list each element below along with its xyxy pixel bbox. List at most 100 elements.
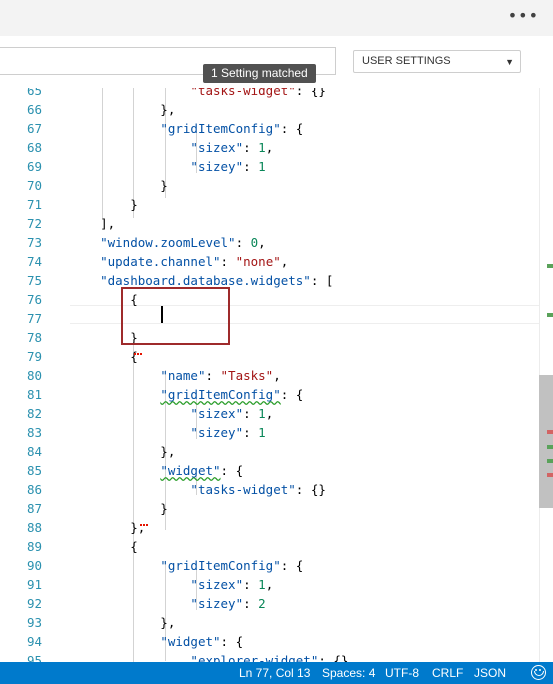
code-token: :	[220, 254, 236, 269]
code-token: },	[70, 102, 176, 117]
line-number: 81	[26, 387, 42, 402]
code-text: "widget": {	[70, 632, 243, 651]
code-token: :	[243, 425, 259, 440]
line-number: 75	[26, 273, 42, 288]
chevron-down-icon: ▼	[505, 57, 514, 67]
status-language-mode[interactable]: JSON	[474, 662, 506, 684]
settings-search-input[interactable]: 1 Setting matched	[0, 47, 336, 83]
code-text: "explorer-widget": {}	[70, 651, 348, 662]
code-line[interactable]: 83 "sizey": 1	[0, 423, 540, 442]
code-line[interactable]: 95 "explorer-widget": {}	[0, 651, 540, 662]
code-line[interactable]: 69 "sizey": 1	[0, 157, 540, 176]
code-token: "dashboard.database.widgets"	[100, 273, 311, 288]
code-text: "sizex": 1,	[70, 575, 273, 594]
code-text: },	[70, 518, 145, 537]
code-line[interactable]: 75 "dashboard.database.widgets": [	[0, 271, 540, 290]
code-token: ,	[265, 406, 274, 421]
overview-ruler-mark	[547, 459, 553, 463]
settings-scope-dropdown[interactable]: USER SETTINGS ▼	[353, 50, 521, 73]
line-number: 91	[26, 577, 42, 592]
code-token: "sizex"	[190, 140, 244, 155]
line-number: 78	[26, 330, 42, 345]
code-line[interactable]: 67 "gridItemConfig": {	[0, 119, 540, 138]
code-token: : {}	[295, 482, 326, 497]
line-number: 95	[26, 653, 42, 662]
code-line[interactable]: 70 }	[0, 176, 540, 195]
code-line[interactable]: 68 "sizex": 1,	[0, 138, 540, 157]
code-line[interactable]: 92 "sizey": 2	[0, 594, 540, 613]
code-line[interactable]: 79 {	[0, 347, 540, 366]
line-number: 80	[26, 368, 42, 383]
status-indentation[interactable]: Spaces: 4	[322, 662, 375, 684]
code-line[interactable]: 86 "tasks-widget": {}	[0, 480, 540, 499]
code-line[interactable]: 85 "widget": {	[0, 461, 540, 480]
settings-matched-badge: 1 Setting matched	[203, 64, 316, 83]
code-text: }	[70, 195, 138, 214]
feedback-smiley-icon[interactable]	[531, 665, 546, 680]
code-line[interactable]: 81 "gridItemConfig": {	[0, 385, 540, 404]
line-number: 77	[26, 311, 42, 326]
error-squiggle	[134, 352, 142, 355]
code-text: "sizex": 1,	[70, 404, 273, 423]
code-text: },	[70, 442, 175, 461]
status-encoding[interactable]: UTF-8	[385, 662, 419, 684]
code-token: ,	[258, 235, 266, 250]
code-token: 1	[258, 140, 266, 155]
overview-ruler-mark	[547, 313, 553, 317]
code-line[interactable]: 72 ],	[0, 214, 540, 233]
code-token: : {}	[318, 653, 349, 662]
code-token: "tasks-widget"	[190, 482, 296, 497]
code-line[interactable]: 93 },	[0, 613, 540, 632]
status-bar: Ln 77, Col 13 Spaces: 4 UTF-8 CRLF JSON	[0, 662, 553, 684]
code-line[interactable]: 65 "tasks-widget": {}	[0, 88, 540, 100]
code-token: "gridItemConfig"	[160, 121, 281, 136]
code-line[interactable]: 66 },	[0, 100, 540, 119]
code-line[interactable]: 87 }	[0, 499, 540, 518]
code-line[interactable]: 78 }	[0, 328, 540, 347]
code-line[interactable]: 88 },	[0, 518, 540, 537]
code-line[interactable]: 73 "window.zoomLevel": 0,	[0, 233, 540, 252]
code-text: "update.channel": "none",	[70, 252, 288, 271]
line-number: 82	[26, 406, 42, 421]
code-text: "window.zoomLevel": 0,	[70, 233, 266, 252]
code-line[interactable]: 89 {	[0, 537, 540, 556]
code-line[interactable]: 71 }	[0, 195, 540, 214]
code-text: ],	[70, 214, 115, 233]
line-number: 76	[26, 292, 42, 307]
status-cursor-position[interactable]: Ln 77, Col 13	[239, 662, 310, 684]
scrollbar-thumb[interactable]	[539, 375, 553, 508]
line-number: 88	[26, 520, 42, 535]
code-token: :	[243, 140, 259, 155]
code-line[interactable]: 94 "widget": {	[0, 632, 540, 651]
code-token: : {	[220, 634, 244, 649]
error-squiggle	[140, 523, 148, 526]
code-line[interactable]: 90 "gridItemConfig": {	[0, 556, 540, 575]
code-line[interactable]: 91 "sizex": 1,	[0, 575, 540, 594]
line-number: 69	[26, 159, 42, 174]
code-line[interactable]: 82 "sizex": 1,	[0, 404, 540, 423]
json-editor[interactable]: 65 "tasks-widget": {} 66 }, 67 "gridItemCo…	[0, 88, 553, 662]
code-token: :	[205, 368, 221, 383]
code-token: },	[70, 444, 176, 459]
vertical-scrollbar[interactable]	[539, 88, 553, 662]
code-text: },	[70, 100, 175, 119]
code-text: "sizey": 1	[70, 157, 265, 176]
code-line[interactable]: 77	[0, 309, 540, 328]
code-line[interactable]: 84 },	[0, 442, 540, 461]
status-line-ending[interactable]: CRLF	[432, 662, 463, 684]
code-line[interactable]: 74 "update.channel": "none",	[0, 252, 540, 271]
code-line[interactable]: 76 {	[0, 290, 540, 309]
settings-header: 1 Setting matched USER SETTINGS ▼	[0, 36, 553, 88]
more-actions-icon[interactable]: •••	[508, 8, 539, 24]
code-line[interactable]: 80 "name": "Tasks",	[0, 366, 540, 385]
